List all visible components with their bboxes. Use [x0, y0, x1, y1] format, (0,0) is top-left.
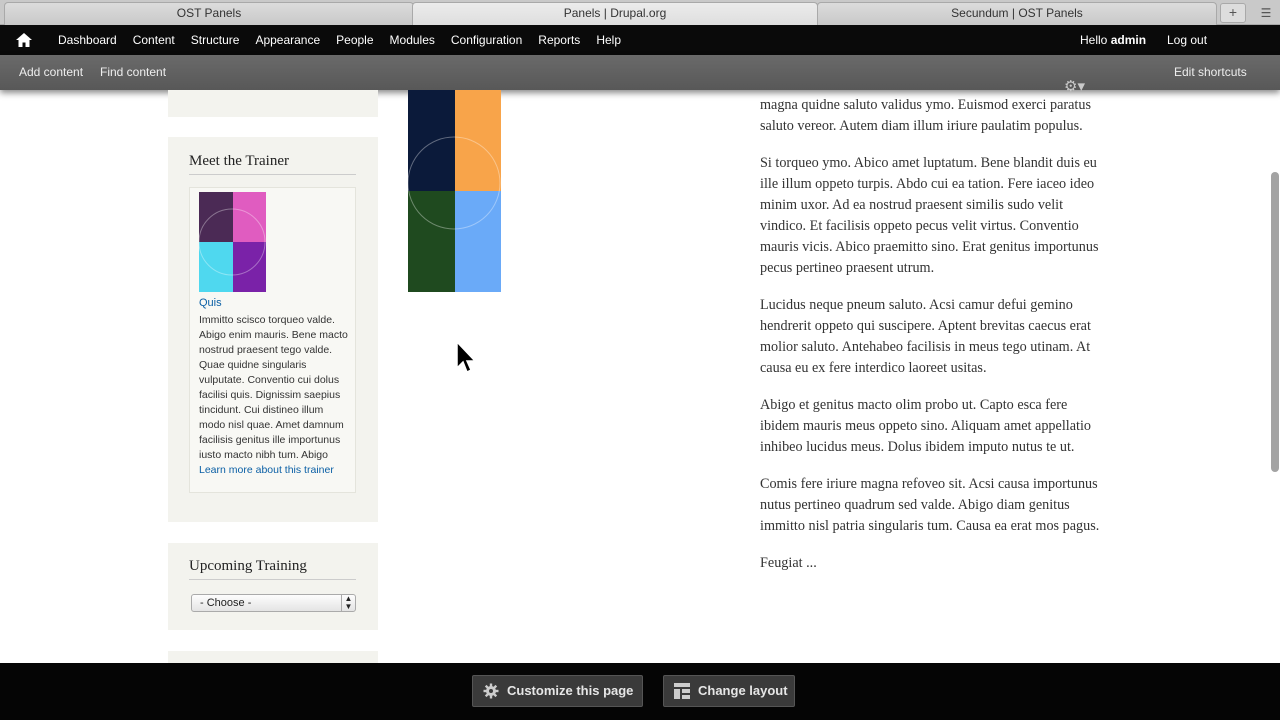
customize-page-label: Customize this page: [507, 683, 634, 698]
hello-label: Hello: [1080, 33, 1111, 47]
username-link[interactable]: admin: [1111, 33, 1146, 47]
block-title: Upcoming Training: [189, 558, 356, 580]
trainer-photo[interactable]: [199, 192, 266, 292]
customize-page-button[interactable]: Customize this page: [472, 675, 643, 707]
body-paragraph: Si torqueo ymo. Abico amet luptatum. Ben…: [760, 155, 1099, 276]
body-paragraph: magna quidne saluto validus ymo. Euismod…: [760, 97, 1091, 134]
browser-tab[interactable]: Panels | Drupal.org: [412, 2, 818, 25]
trainer-card: Quis Immitto scisco torqueo valde. Abigo…: [189, 187, 356, 493]
body-paragraph: Lucidus neque pneum saluto. Acsi camur d…: [760, 297, 1091, 376]
shortcuts-bar: Add content Find content Edit shortcuts: [0, 55, 1280, 90]
main-content: magna quidne saluto validus ymo. Euismod…: [760, 95, 1100, 590]
menu-configuration[interactable]: Configuration: [443, 25, 530, 55]
panels-ipe-bar: Customize this page Change layout: [0, 663, 1280, 720]
meet-the-trainer-block: Meet the Trainer Quis Immitto scisco tor…: [168, 137, 378, 522]
trainer-bio: Immitto scisco torqueo valde. Abigo enim…: [199, 313, 351, 478]
menu-help[interactable]: Help: [588, 25, 629, 55]
trainer-bio-text: Immitto scisco torqueo valde. Abigo enim…: [199, 314, 348, 461]
hello-user: Hello admin: [1080, 25, 1146, 55]
menu-structure[interactable]: Structure: [183, 25, 248, 55]
gear-icon[interactable]: ⚙▾: [1064, 77, 1085, 95]
menu-modules[interactable]: Modules: [382, 25, 443, 55]
cursor-icon: [456, 340, 477, 374]
browser-tab-bar: OST Panels Panels | Drupal.org Secundum …: [0, 0, 1280, 25]
scrollbar-thumb[interactable]: [1271, 172, 1279, 472]
tab-list-icon[interactable]: ☰: [1254, 3, 1278, 23]
menu-appearance[interactable]: Appearance: [247, 25, 328, 55]
browser-tab[interactable]: Secundum | OST Panels: [817, 2, 1217, 25]
admin-toolbar: Dashboard Content Structure Appearance P…: [0, 25, 1280, 79]
new-tab-button[interactable]: +: [1220, 3, 1246, 23]
training-select-value: - Choose -: [200, 597, 252, 609]
menu-content[interactable]: Content: [125, 25, 183, 55]
block-title: Meet the Trainer: [189, 153, 356, 175]
gear-icon: [483, 683, 499, 699]
menu-dashboard[interactable]: Dashboard: [50, 25, 125, 55]
add-content-link[interactable]: Add content: [19, 55, 83, 89]
menu-people[interactable]: People: [328, 25, 381, 55]
edit-shortcuts-link[interactable]: Edit shortcuts: [1174, 55, 1247, 89]
body-paragraph: Feugiat ...: [760, 555, 817, 571]
select-arrows-icon: ▲ ▼: [341, 595, 355, 611]
admin-menu: Dashboard Content Structure Appearance P…: [50, 25, 629, 55]
change-layout-button[interactable]: Change layout: [663, 675, 795, 707]
body-paragraph: Abigo et genitus macto olim probo ut. Ca…: [760, 397, 1091, 455]
learn-more-link[interactable]: Learn more about this trainer: [199, 464, 334, 476]
body-paragraph: Comis fere iriure magna refoveo sit. Acs…: [760, 476, 1100, 534]
find-content-link[interactable]: Find content: [100, 55, 166, 89]
layout-icon: [674, 683, 690, 699]
trainer-name-link[interactable]: Quis: [199, 297, 222, 309]
logout-link[interactable]: Log out: [1167, 25, 1207, 55]
training-select[interactable]: - Choose - ▲ ▼: [191, 594, 356, 612]
sidebar-block: [168, 90, 378, 117]
browser-tab[interactable]: OST Panels: [4, 2, 414, 25]
upcoming-training-block: Upcoming Training - Choose - ▲ ▼: [168, 543, 378, 630]
menu-reports[interactable]: Reports: [530, 25, 588, 55]
content-image: [408, 90, 501, 292]
home-icon[interactable]: [15, 32, 33, 48]
change-layout-label: Change layout: [698, 683, 788, 698]
